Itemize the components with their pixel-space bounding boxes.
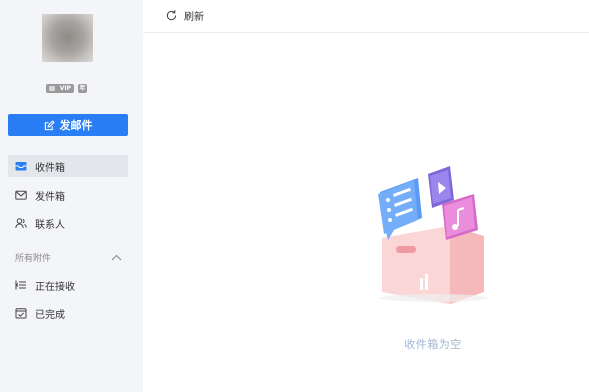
attachments-section-header[interactable]: 所有附件 [15, 249, 122, 265]
edit-icon [44, 119, 55, 130]
vip-badge[interactable]: VIP [46, 84, 74, 93]
refresh-label: 刷新 [184, 12, 204, 23]
sidebar-item-completed[interactable]: 已完成 [8, 302, 128, 324]
sidebar-item-label: 收件箱 [35, 162, 65, 174]
sidebar-item-label: 正在接收 [35, 281, 75, 293]
main-panel: 刷新 收件箱为空 [143, 0, 589, 392]
avatar[interactable] [42, 14, 93, 62]
refresh-icon [166, 10, 177, 21]
user-badges: VIP 年 [46, 84, 87, 93]
vip-crown-icon [49, 86, 55, 91]
sidebar-item-inbox[interactable]: 收件箱 [8, 155, 128, 177]
refresh-button[interactable]: 刷新 [165, 8, 204, 23]
contacts-icon [15, 218, 27, 229]
completed-icon [15, 308, 27, 319]
level-badge[interactable]: 年 [78, 84, 87, 93]
chevron-up-icon [111, 254, 122, 260]
inbox-icon [15, 162, 27, 171]
empty-inbox-illustration [378, 166, 488, 304]
section-title: 所有附件 [15, 253, 52, 264]
compose-button-label: 发邮件 [59, 119, 93, 132]
sidebar-item-label: 已完成 [35, 309, 65, 321]
toolbar: 刷新 [143, 0, 589, 33]
sidebar-item-label: 发件箱 [35, 191, 65, 203]
sidebar-item-receiving[interactable]: 正在接收 [8, 274, 128, 296]
sidebar-item-contacts[interactable]: 联系人 [8, 212, 128, 234]
vip-badge-label: VIP [59, 85, 71, 92]
outbox-icon [15, 190, 27, 200]
receiving-icon [15, 280, 26, 290]
sidebar: VIP 年 发邮件 收件箱 发件箱 联系人 所有附件 正在接收 已完成 [0, 0, 143, 392]
compose-button[interactable]: 发邮件 [8, 114, 128, 136]
sidebar-item-label: 联系人 [35, 219, 65, 231]
empty-state-text: 收件箱为空 [404, 338, 462, 351]
mail-app: VIP 年 发邮件 收件箱 发件箱 联系人 所有附件 正在接收 已完成 刷新 收… [0, 0, 589, 392]
sidebar-item-outbox[interactable]: 发件箱 [8, 184, 128, 206]
